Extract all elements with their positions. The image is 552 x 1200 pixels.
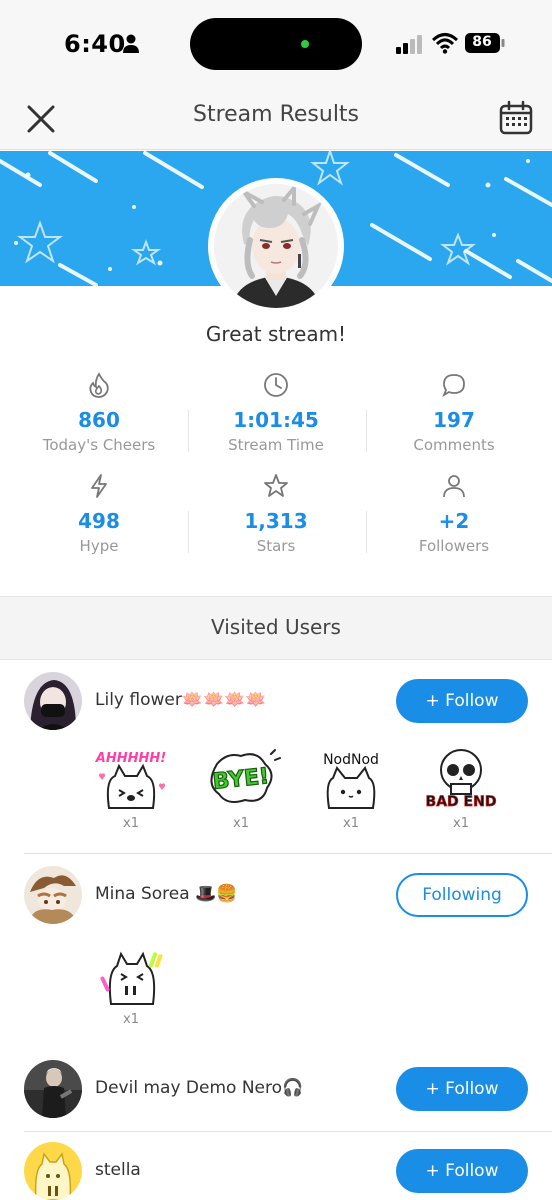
user-avatar-image (24, 866, 82, 924)
sticker-count: x1 (233, 816, 249, 831)
sticker-count: x1 (123, 1012, 139, 1027)
stat-label: Comments (413, 436, 495, 454)
sticker-count: x1 (453, 816, 469, 831)
camera-indicator-icon (301, 40, 309, 48)
section-title: Visited Users (211, 615, 341, 639)
stat-value: 1:01:45 (233, 408, 319, 432)
following-button[interactable]: Following (396, 873, 528, 917)
stat-label: Today's Cheers (42, 436, 156, 454)
stat-label: Stream Time (228, 436, 324, 454)
stat-value: 197 (433, 408, 475, 432)
follow-button[interactable]: + Follow (396, 1149, 528, 1193)
row-divider (24, 853, 552, 854)
sticker-caption: AHHHHH! (95, 751, 166, 766)
flame-icon (89, 372, 109, 398)
user-name[interactable]: Lily flower🪷🪷🪷🪷 (95, 690, 267, 710)
person-status-icon (123, 34, 139, 53)
sticker-cat-glowsticks: x1 (91, 942, 171, 1027)
stat-stream-time: 1:01:45 Stream Time (187, 372, 365, 454)
row-divider (24, 1131, 552, 1132)
sticker-cat-cheer (100, 951, 163, 1005)
top-bar: Stream Results (0, 88, 552, 150)
stat-label: Followers (418, 537, 490, 555)
stat-stars: 1,313 Stars (187, 473, 365, 555)
user-name[interactable]: stella (95, 1160, 141, 1180)
visited-user-row: Lily flower🪷🪷🪷🪷 + Follow AHHHHH! x1 BYE!… (0, 672, 552, 854)
user-name[interactable]: Mina Sorea 🎩🍔 (95, 884, 237, 904)
star-icon (264, 474, 288, 497)
stat-label: Hype (79, 537, 119, 555)
user-name[interactable]: Devil may Demo Nero🎧 (95, 1078, 303, 1098)
person-icon (443, 475, 465, 498)
sticker-skull: BAD END (425, 749, 497, 810)
stat-hype: 498 Hype (10, 473, 188, 555)
sticker-nodnod: NodNod x1 (311, 746, 391, 831)
sticker-cat-scream: AHHHHH! (95, 751, 166, 809)
avatar[interactable] (24, 866, 82, 924)
sticker-cat-nod: NodNod (323, 752, 379, 809)
stat-value: 1,313 (244, 509, 308, 533)
stat-value: 498 (78, 509, 120, 533)
visited-users-header: Visited Users (0, 596, 552, 660)
sticker-count: x1 (343, 816, 359, 831)
follow-button[interactable]: + Follow (396, 1067, 528, 1111)
follow-button[interactable]: + Follow (396, 679, 528, 723)
sticker-bye: BYE! x1 (201, 746, 281, 831)
status-time: 6:40 (64, 30, 126, 58)
visited-user-row: stella + Follow (0, 1142, 552, 1200)
stat-value: 860 (78, 408, 120, 432)
visited-user-row: Mina Sorea 🎩🍔 Following x1 (0, 866, 552, 1046)
avatar[interactable] (24, 1060, 82, 1118)
sticker-ahhh: AHHHHH! x1 (91, 746, 171, 831)
user-avatar-image (24, 1060, 82, 1118)
calendar-icon[interactable] (498, 100, 534, 136)
battery-level: 86 (472, 34, 492, 50)
sticker-bye-burst: BYE! (210, 749, 281, 803)
status-bar: 6:40 86 (0, 0, 552, 88)
dynamic-island (190, 18, 362, 70)
page-title: Stream Results (192, 102, 360, 127)
user-avatar-image (24, 1142, 82, 1200)
comment-icon (442, 374, 465, 398)
stat-label: Stars (256, 537, 296, 555)
lightning-icon (91, 474, 107, 498)
sticker-count: x1 (123, 816, 139, 831)
cellular-signal-icon (396, 35, 422, 54)
sticker-caption: BAD END (426, 794, 497, 810)
avatar[interactable] (24, 1142, 82, 1200)
visited-user-row: Devil may Demo Nero🎧 + Follow (0, 1060, 552, 1132)
streamer-avatar (208, 178, 344, 314)
anime-character-portrait (214, 184, 338, 308)
sticker-caption: NodNod (323, 752, 379, 768)
stat-comments: 197 Comments (365, 372, 543, 454)
wifi-icon (432, 33, 458, 54)
stream-summary-message: Great stream! (205, 322, 347, 346)
stat-followers: +2 Followers (365, 473, 543, 555)
stat-cheers: 860 Today's Cheers (10, 372, 188, 454)
user-avatar-image (24, 672, 82, 730)
clock-icon (264, 373, 288, 397)
stat-value: +2 (438, 509, 470, 533)
sticker-bad-end: BAD END x1 (421, 746, 501, 831)
avatar[interactable] (24, 672, 82, 730)
